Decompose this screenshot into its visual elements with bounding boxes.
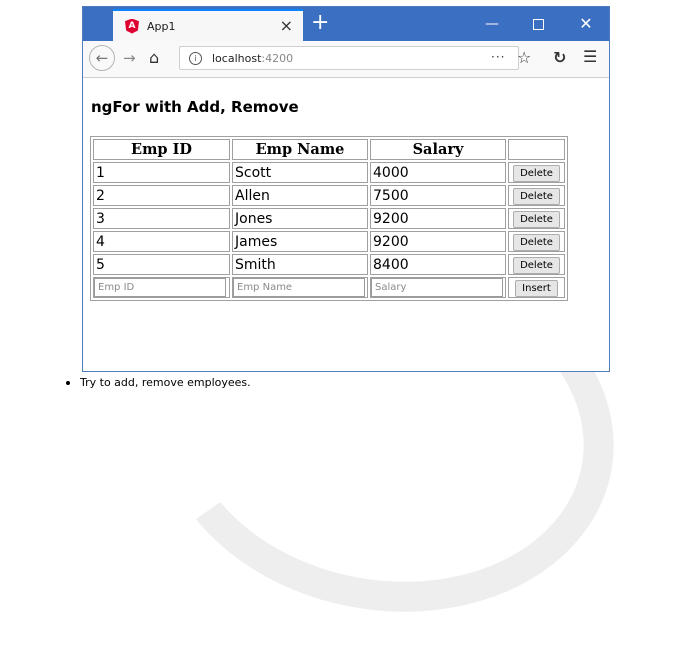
reload-icon[interactable]: ↻ (553, 48, 566, 67)
window-close-icon[interactable]: ✕ (563, 7, 609, 41)
cell-salary: 9200 (370, 231, 506, 252)
angular-icon: A (125, 18, 139, 34)
employee-table: Emp ID Emp Name Salary 1 Scott 4000 Dele… (90, 136, 568, 301)
cell-action: Delete (508, 185, 565, 206)
cell-insert: Insert (508, 277, 565, 298)
table-row: 5 Smith 8400 Delete (93, 254, 565, 275)
navigation-bar: ← → ⌂ i localhost:4200 ··· ☆ ↻ ☰ (83, 41, 609, 78)
home-icon[interactable]: ⌂ (149, 48, 159, 67)
column-header-emp-name: Emp Name (232, 139, 368, 160)
cell-emp-name: Jones (232, 208, 368, 229)
page-title: ngFor with Add, Remove (91, 98, 299, 116)
menu-icon[interactable]: ☰ (583, 47, 597, 66)
address-bar[interactable]: i localhost:4200 (179, 46, 519, 70)
table-row: 3 Jones 9200 Delete (93, 208, 565, 229)
cell-emp-id: 3 (93, 208, 230, 229)
emp-id-input[interactable] (94, 278, 226, 297)
salary-input[interactable] (371, 278, 503, 297)
cell-salary: 8400 (370, 254, 506, 275)
url-host: localhost (212, 51, 262, 65)
cell-emp-id-input (93, 277, 230, 298)
emp-name-input[interactable] (233, 278, 365, 297)
close-icon[interactable]: × (280, 18, 293, 34)
cell-emp-name: James (232, 231, 368, 252)
cell-emp-id: 5 (93, 254, 230, 275)
bookmark-star-icon[interactable]: ☆ (517, 48, 531, 67)
delete-button[interactable]: Delete (513, 233, 560, 251)
instruction-note: Try to add, remove employees. (66, 376, 251, 389)
cell-emp-id: 1 (93, 162, 230, 183)
table-row: 1 Scott 4000 Delete (93, 162, 565, 183)
page-actions-icon[interactable]: ··· (491, 50, 505, 64)
cell-emp-name: Scott (232, 162, 368, 183)
browser-tab[interactable]: A App1 × (113, 9, 303, 41)
tab-title: App1 (147, 19, 176, 33)
cell-emp-id: 2 (93, 185, 230, 206)
table-row: 4 James 9200 Delete (93, 231, 565, 252)
cell-emp-name: Allen (232, 185, 368, 206)
info-icon[interactable]: i (189, 51, 202, 65)
delete-button[interactable]: Delete (513, 210, 560, 228)
delete-button[interactable]: Delete (513, 256, 560, 274)
instruction-text: Try to add, remove employees. (80, 376, 251, 389)
cell-action: Delete (508, 208, 565, 229)
browser-window: A App1 × + — ✕ ← → ⌂ i localhost:4200 ··… (82, 6, 610, 372)
cell-salary: 9200 (370, 208, 506, 229)
cell-salary: 4000 (370, 162, 506, 183)
minimize-icon[interactable]: — (469, 7, 515, 41)
title-bar: A App1 × + — ✕ (83, 7, 609, 41)
table-header-row: Emp ID Emp Name Salary (93, 139, 565, 160)
back-arrow-icon[interactable]: ← (89, 45, 115, 71)
cell-action: Delete (508, 162, 565, 183)
cell-emp-id: 4 (93, 231, 230, 252)
cell-salary: 7500 (370, 185, 506, 206)
delete-button[interactable]: Delete (513, 187, 560, 205)
table-row: 2 Allen 7500 Delete (93, 185, 565, 206)
cell-action: Delete (508, 254, 565, 275)
column-header-emp-id: Emp ID (93, 139, 230, 160)
bullet-icon (66, 380, 70, 385)
column-header-salary: Salary (370, 139, 506, 160)
forward-arrow-icon[interactable]: → (123, 49, 136, 67)
column-header-actions (508, 139, 565, 160)
cell-emp-name: Smith (232, 254, 368, 275)
cell-action: Delete (508, 231, 565, 252)
maximize-icon[interactable] (515, 7, 561, 41)
delete-button[interactable]: Delete (513, 164, 560, 182)
input-row: Insert (93, 277, 565, 298)
insert-button[interactable]: Insert (515, 279, 558, 297)
plus-icon[interactable]: + (311, 12, 329, 34)
cell-salary-input (370, 277, 506, 298)
url-port: :4200 (261, 51, 294, 65)
cell-emp-name-input (232, 277, 368, 298)
